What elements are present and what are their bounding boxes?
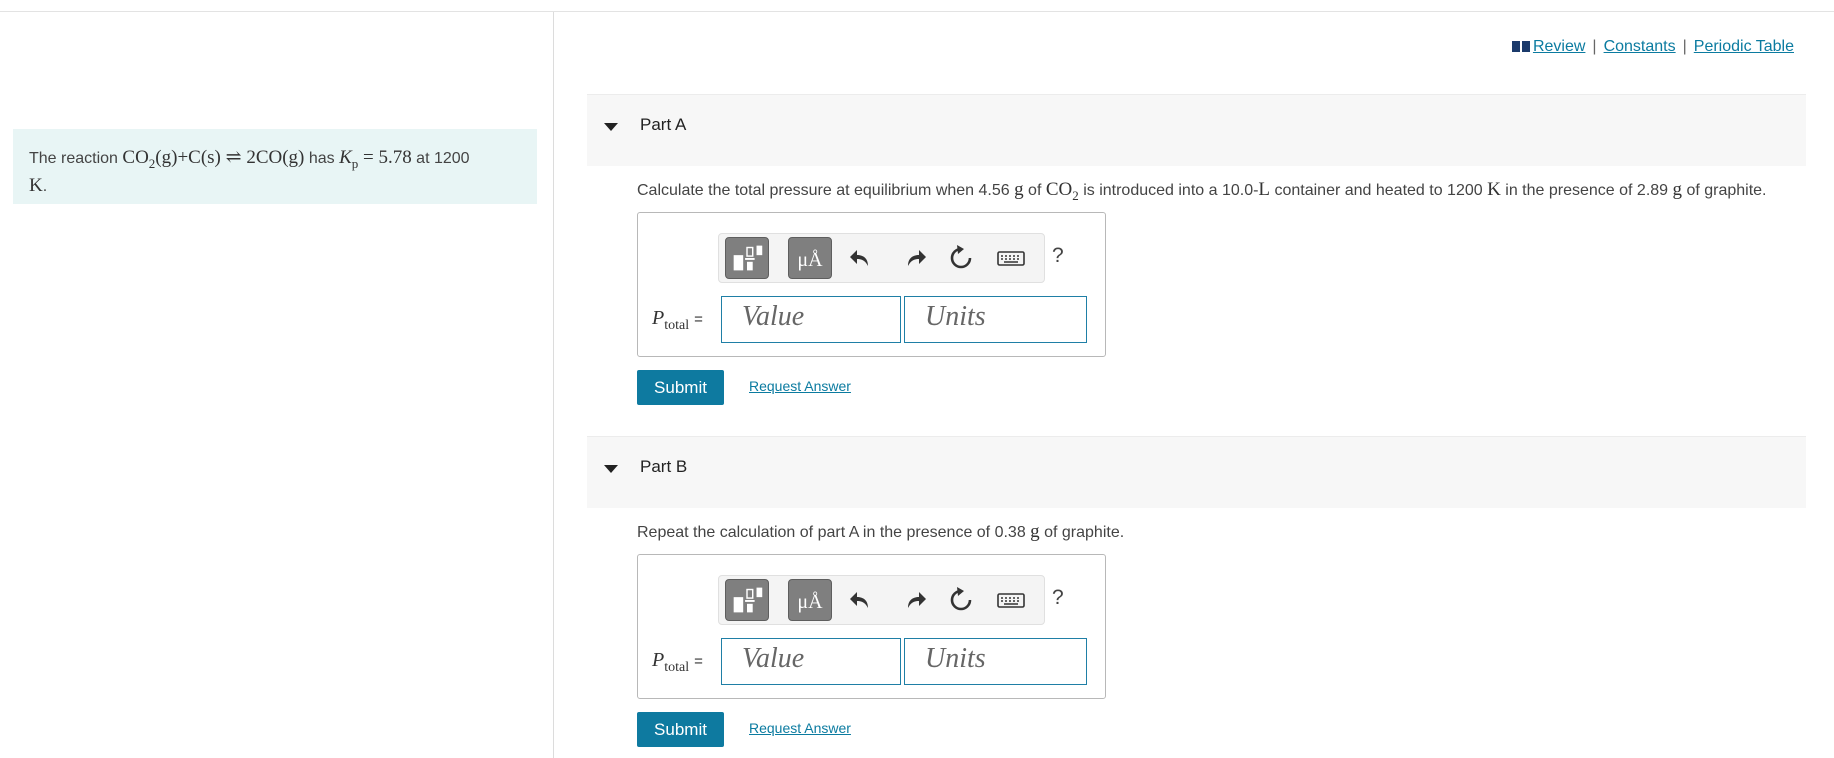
intro-prefix: The reaction [29,150,123,167]
periodic-table-link[interactable]: Periodic Table [1694,38,1794,55]
collapse-caret-icon[interactable] [604,465,618,473]
units-symbol-button[interactable]: μÅ [788,237,832,279]
value-input[interactable]: Value [721,638,901,685]
value-input[interactable]: Value [721,296,901,343]
reset-icon[interactable] [947,586,975,614]
collapse-caret-icon[interactable] [604,123,618,131]
templates-icon [733,245,763,271]
part-b-title: Part B [640,457,688,476]
templates-button[interactable] [725,579,769,621]
math-toolbar: μÅ ? [718,575,1064,625]
part-a-submit-button[interactable]: Submit [637,370,724,405]
p-total-label: Ptotal = [652,307,703,333]
reset-icon[interactable] [947,244,975,272]
part-b-request-answer-link[interactable]: Request Answer [749,720,851,736]
units-input[interactable]: Units [904,638,1087,685]
templates-button[interactable] [725,237,769,279]
p-total-label: Ptotal = [652,649,703,675]
undo-icon[interactable] [848,586,876,614]
redo-icon[interactable] [900,586,928,614]
part-a-question: Calculate the total pressure at equilibr… [637,179,1767,203]
intro-has: has [304,150,340,167]
part-a-answer-box: μÅ ? Ptotal = Value Units [637,212,1106,357]
units-input[interactable]: Units [904,296,1087,343]
keyboard-icon[interactable] [997,244,1025,272]
part-b-submit-button[interactable]: Submit [637,712,724,747]
redo-icon[interactable] [900,244,928,272]
column-divider [553,12,554,758]
reaction-equation: CO2(g)+C(s) ⇌ 2CO(g) [122,147,305,171]
intro-unit: K [29,174,43,196]
book-icon [1511,41,1530,52]
constants-link[interactable]: Constants [1604,38,1676,55]
help-button[interactable]: ? [1052,586,1064,610]
math-toolbar: μÅ ? [718,233,1064,283]
top-divider [0,11,1834,12]
help-button[interactable]: ? [1052,244,1064,268]
resource-links: Review | Constants | Periodic Table [1511,38,1794,56]
keyboard-icon[interactable] [997,586,1025,614]
part-a-request-answer-link[interactable]: Request Answer [749,378,851,394]
kp-expression: Kp = 5.78 [339,147,412,171]
undo-icon[interactable] [848,244,876,272]
problem-intro: The reaction CO2(g)+C(s) ⇌ 2CO(g) has Kp… [13,129,537,204]
templates-icon [733,587,763,613]
review-link[interactable]: Review [1511,38,1585,55]
units-symbol-button[interactable]: μÅ [788,579,832,621]
intro-at: at 1200 [411,150,470,167]
part-a-title: Part A [640,115,687,134]
part-a-header[interactable]: Part A [587,94,1806,166]
part-b-header[interactable]: Part B [587,436,1806,508]
part-b-answer-box: μÅ ? Ptotal = Value Units [637,554,1106,699]
part-b-question: Repeat the calculation of part A in the … [637,521,1125,542]
